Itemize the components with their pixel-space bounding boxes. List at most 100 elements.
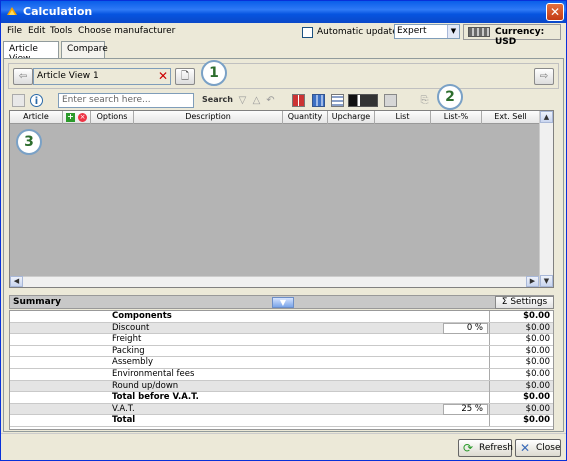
grid-vertical-scrollbar[interactable]: ▲ ▼ bbox=[539, 111, 553, 287]
column-ext-sell[interactable]: Ext. Sell bbox=[482, 111, 540, 124]
refresh-icon: ⟳ bbox=[463, 441, 474, 455]
mode-select[interactable]: Expert ▼ bbox=[394, 24, 460, 39]
grid-horizontal-scrollbar[interactable]: ◀ ▶ bbox=[10, 276, 539, 287]
summary-row-vat: V.A.T. 25 % $0.00 bbox=[10, 403, 553, 416]
tab-compare[interactable]: Compare bbox=[61, 41, 108, 58]
menu-bar: File Edit Tools Choose manufacturer Auto… bbox=[1, 23, 566, 47]
scroll-right-icon[interactable]: ▶ bbox=[526, 276, 539, 287]
search-button[interactable]: Search bbox=[202, 95, 233, 104]
summary-row-total: Total $0.00 bbox=[10, 415, 553, 427]
settings-button[interactable]: Σ Settings bbox=[495, 296, 554, 309]
filter-down-icon[interactable]: ▽ bbox=[236, 94, 249, 107]
column-options[interactable]: Options bbox=[91, 111, 134, 124]
menu-edit[interactable]: Edit bbox=[28, 26, 45, 36]
window-title: Calculation bbox=[23, 5, 93, 18]
grid-icon[interactable] bbox=[331, 94, 344, 107]
column-description[interactable]: Description bbox=[134, 111, 283, 124]
summary-row-freight: Freight $0.00 bbox=[10, 334, 553, 346]
summary-label: Freight bbox=[112, 334, 142, 345]
view-name-value: Article View 1 bbox=[37, 71, 99, 81]
row-actions: + × bbox=[63, 111, 91, 124]
summary-label: Round up/down bbox=[112, 380, 179, 391]
callout-3: 3 bbox=[16, 129, 42, 155]
summary-amount: $0.00 bbox=[489, 311, 553, 322]
summary-amount[interactable]: $0.00 bbox=[489, 334, 553, 346]
export-icon[interactable] bbox=[384, 94, 397, 107]
summary-amount: $0.00 bbox=[489, 322, 553, 334]
add-row-icon[interactable]: + bbox=[66, 113, 75, 122]
grid-header: Article + × Options Description Quantity… bbox=[10, 111, 540, 124]
menu-file[interactable]: File bbox=[7, 26, 22, 36]
view-selector-row: ⇦ Article View 1 ✕ 🗋 ⇨ bbox=[8, 63, 559, 89]
info-icon[interactable]: i bbox=[30, 94, 43, 107]
chevron-down-icon[interactable]: ▼ bbox=[447, 25, 459, 38]
summary-amount[interactable]: $0.00 bbox=[489, 369, 553, 380]
columns-icon[interactable] bbox=[312, 94, 325, 107]
currency-flag-icon bbox=[468, 27, 490, 37]
close-label: Close bbox=[536, 443, 561, 453]
search-input[interactable]: Enter search here... bbox=[58, 93, 194, 108]
back-arrow-icon[interactable]: ⇦ bbox=[13, 68, 33, 85]
summary-row-components: Components $0.00 bbox=[10, 311, 553, 323]
menu-choose-manufacturer[interactable]: Choose manufacturer bbox=[78, 26, 175, 36]
column-list[interactable]: List bbox=[375, 111, 431, 124]
article-toolbar: i Enter search here... Search ▽ △ ↶ ⎘ bbox=[8, 91, 559, 111]
refresh-button[interactable]: ⟳ Refresh bbox=[458, 439, 513, 457]
copy-icon[interactable]: ⎘ bbox=[418, 94, 431, 107]
currency-label: Currency: USD bbox=[495, 27, 545, 47]
new-view-icon[interactable]: 🗋 bbox=[175, 68, 195, 85]
summary-amount: $0.00 bbox=[489, 392, 553, 404]
factory-icon[interactable] bbox=[348, 94, 378, 107]
scroll-down-icon[interactable]: ▼ bbox=[540, 275, 553, 287]
undo-icon[interactable]: ↶ bbox=[264, 94, 277, 107]
window-close-button[interactable]: ✕ bbox=[546, 3, 564, 21]
scroll-left-icon[interactable]: ◀ bbox=[10, 276, 23, 287]
summary-label: Packing bbox=[112, 345, 145, 356]
tab-article-view[interactable]: Article View bbox=[3, 41, 59, 64]
scroll-up-icon[interactable]: ▲ bbox=[540, 111, 553, 123]
column-list-percent[interactable]: List-% bbox=[431, 111, 482, 124]
summary-title: Summary bbox=[13, 297, 62, 307]
summary-label: V.A.T. bbox=[112, 403, 135, 414]
callout-1: 1 bbox=[201, 60, 227, 86]
article-view-panel: ⇦ Article View 1 ✕ 🗋 ⇨ 1 i Enter search … bbox=[3, 58, 564, 432]
properties-icon[interactable] bbox=[12, 94, 25, 107]
summary-amount[interactable]: $0.00 bbox=[489, 345, 553, 357]
summary-amount: $0.00 bbox=[489, 415, 553, 427]
summary-label: Total bbox=[112, 415, 136, 426]
refresh-label: Refresh bbox=[479, 443, 513, 453]
delete-view-icon[interactable]: ✕ bbox=[158, 70, 168, 83]
close-button[interactable]: ✕ Close bbox=[515, 439, 561, 457]
calculation-window: Calculation ✕ File Edit Tools Choose man… bbox=[0, 0, 567, 461]
filter-up-icon[interactable]: △ bbox=[250, 94, 263, 107]
summary-label: Total before V.A.T. bbox=[112, 392, 199, 403]
summary-header: Summary ▼ Σ Settings bbox=[9, 295, 554, 309]
summary-amount[interactable]: $0.00 bbox=[489, 357, 553, 369]
summary-label: Discount bbox=[112, 322, 150, 333]
column-upcharge[interactable]: Upcharge bbox=[328, 111, 375, 124]
action-bar: ⟳ Refresh ✕ Close bbox=[1, 433, 566, 460]
summary-label: Environmental fees bbox=[112, 369, 195, 379]
summary-collapse-icon[interactable]: ▼ bbox=[272, 297, 294, 308]
split-icon[interactable] bbox=[292, 94, 305, 107]
summary-label: Assembly bbox=[112, 357, 153, 368]
summary-row-round: Round up/down $0.00 bbox=[10, 380, 553, 393]
view-name-field[interactable]: Article View 1 ✕ bbox=[33, 68, 171, 85]
app-icon bbox=[7, 7, 17, 15]
discount-percent-field[interactable]: 0 % bbox=[443, 322, 488, 334]
column-quantity[interactable]: Quantity bbox=[283, 111, 328, 124]
remove-row-icon[interactable]: × bbox=[78, 113, 87, 122]
automatic-update-checkbox[interactable] bbox=[302, 26, 313, 38]
summary-row-discount: Discount 0 % $0.00 bbox=[10, 322, 553, 335]
forward-arrow-icon[interactable]: ⇨ bbox=[534, 68, 554, 85]
automatic-update-toggle[interactable]: Automatic update bbox=[302, 25, 398, 39]
summary-row-environmental-fees: Environmental fees $0.00 bbox=[10, 369, 553, 381]
close-icon: ✕ bbox=[520, 441, 531, 455]
summary-amount[interactable]: $0.00 bbox=[489, 380, 553, 392]
column-article[interactable]: Article bbox=[10, 111, 63, 124]
currency-button[interactable]: Currency: USD bbox=[463, 24, 561, 47]
menu-tools[interactable]: Tools bbox=[50, 26, 72, 36]
article-grid[interactable]: Article + × Options Description Quantity… bbox=[9, 110, 554, 288]
vat-percent-field[interactable]: 25 % bbox=[443, 403, 488, 415]
callout-2: 2 bbox=[437, 84, 463, 110]
